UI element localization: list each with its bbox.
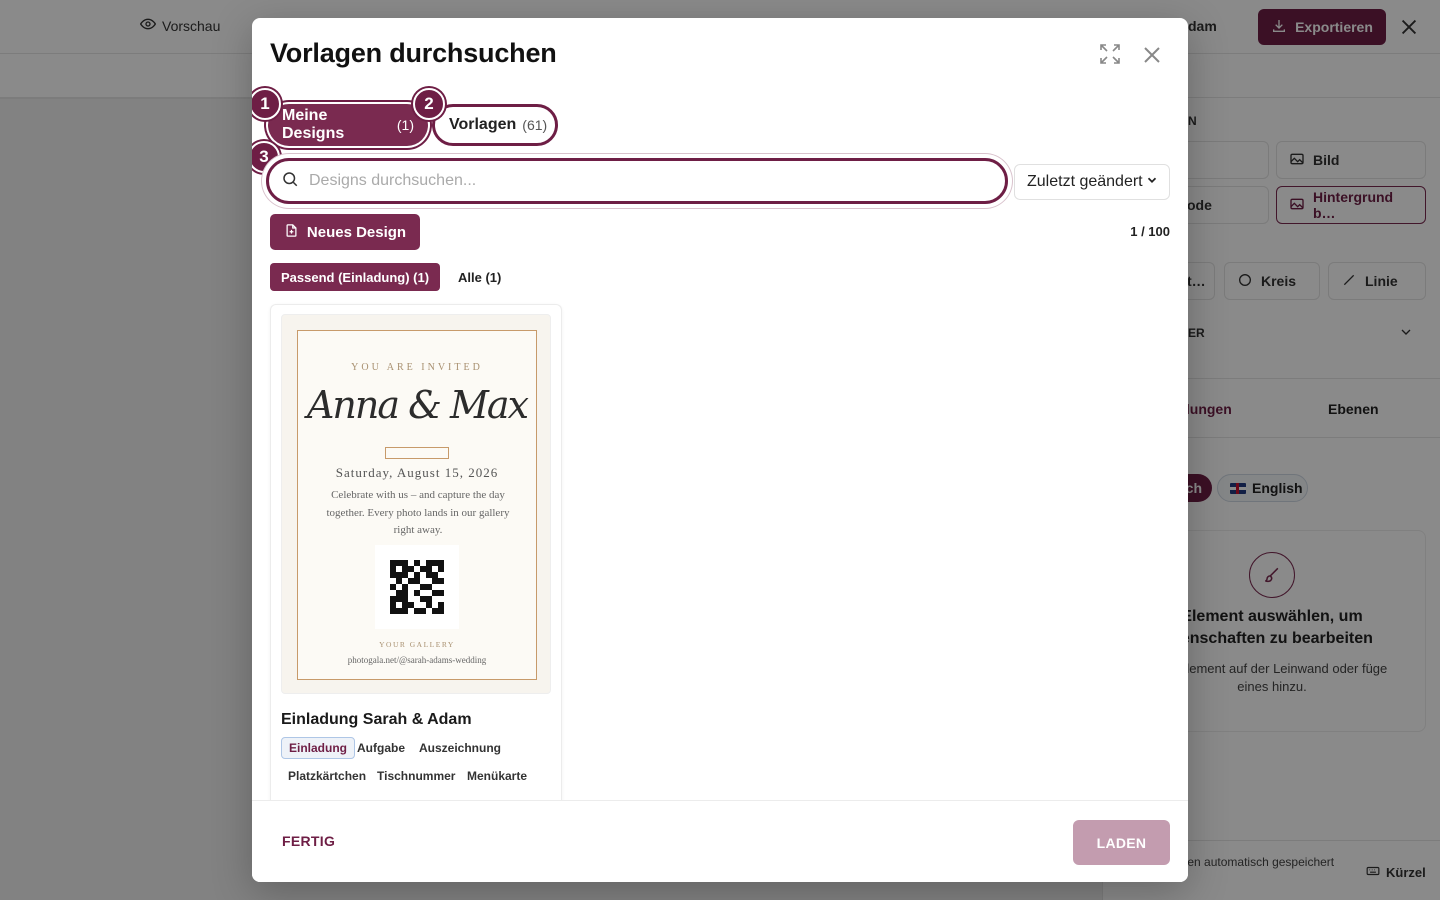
tab-templates-label: Vorlagen: [449, 116, 517, 133]
chevron-down-icon: [1145, 173, 1159, 192]
invite-gallery-label: YOUR GALLERY: [379, 640, 455, 649]
template-browser-modal: Vorlagen durchsuchen Meine Designs (1) V…: [252, 18, 1188, 882]
tag-task[interactable]: Aufgabe: [350, 737, 412, 759]
invite-divider: [385, 447, 449, 459]
tag-place-card[interactable]: Platzkärtchen: [281, 765, 373, 787]
new-file-icon: [284, 223, 299, 242]
qr-code: [375, 545, 459, 629]
invite-names: Anna & Max: [306, 383, 529, 427]
invite-date: Saturday, August 15, 2026: [335, 465, 499, 480]
invite-text: Celebrate with us – and capture the day …: [326, 489, 510, 536]
search-input[interactable]: [309, 172, 989, 190]
invite-kicker: YOU ARE INVITED: [351, 362, 483, 373]
sort-select[interactable]: Zuletzt geändert: [1014, 164, 1170, 200]
tab-my-designs-count: (1): [396, 117, 414, 133]
tab-my-designs-label: Meine Designs: [282, 107, 345, 142]
load-button[interactable]: LADEN: [1073, 820, 1170, 865]
filter-matching[interactable]: Passend (Einladung) (1): [270, 263, 441, 291]
modal-footer: FERTIG LADEN: [252, 800, 1188, 882]
invite-url: photogala.net/@sarah-adams-wedding: [347, 655, 487, 665]
close-icon[interactable]: [1140, 43, 1164, 67]
search-icon: [281, 170, 299, 193]
sort-selected-value: Zuletzt geändert: [1027, 173, 1143, 190]
design-thumbnail: YOU ARE INVITED Anna & Max Saturday, Aug…: [281, 314, 551, 694]
expand-icon[interactable]: [1098, 42, 1122, 66]
page-count: 1 / 100: [1130, 224, 1170, 239]
modal-title: Vorlagen durchsuchen: [270, 38, 557, 68]
new-design-button[interactable]: Neues Design: [270, 214, 420, 250]
step-marker-2: 2: [413, 88, 445, 120]
design-card[interactable]: YOU ARE INVITED Anna & Max Saturday, Aug…: [270, 304, 562, 824]
done-button[interactable]: FERTIG: [282, 833, 335, 849]
filter-all[interactable]: Alle (1): [447, 263, 512, 291]
tab-my-designs[interactable]: Meine Designs (1): [268, 104, 428, 146]
tag-menu-card[interactable]: Menükarte: [460, 765, 534, 787]
new-design-label: Neues Design: [306, 223, 407, 241]
search-field[interactable]: [266, 158, 1008, 204]
invitation-preview: YOU ARE INVITED Anna & Max Saturday, Aug…: [297, 330, 537, 680]
tab-templates-count: (61): [522, 117, 548, 133]
tag-invitation[interactable]: Einladung: [281, 737, 355, 759]
tab-templates[interactable]: Vorlagen (61): [432, 104, 558, 146]
design-card-title: Einladung Sarah & Adam: [281, 711, 472, 728]
tag-award[interactable]: Auszeichnung: [412, 737, 508, 759]
tag-table-number[interactable]: Tischnummer: [370, 765, 462, 787]
